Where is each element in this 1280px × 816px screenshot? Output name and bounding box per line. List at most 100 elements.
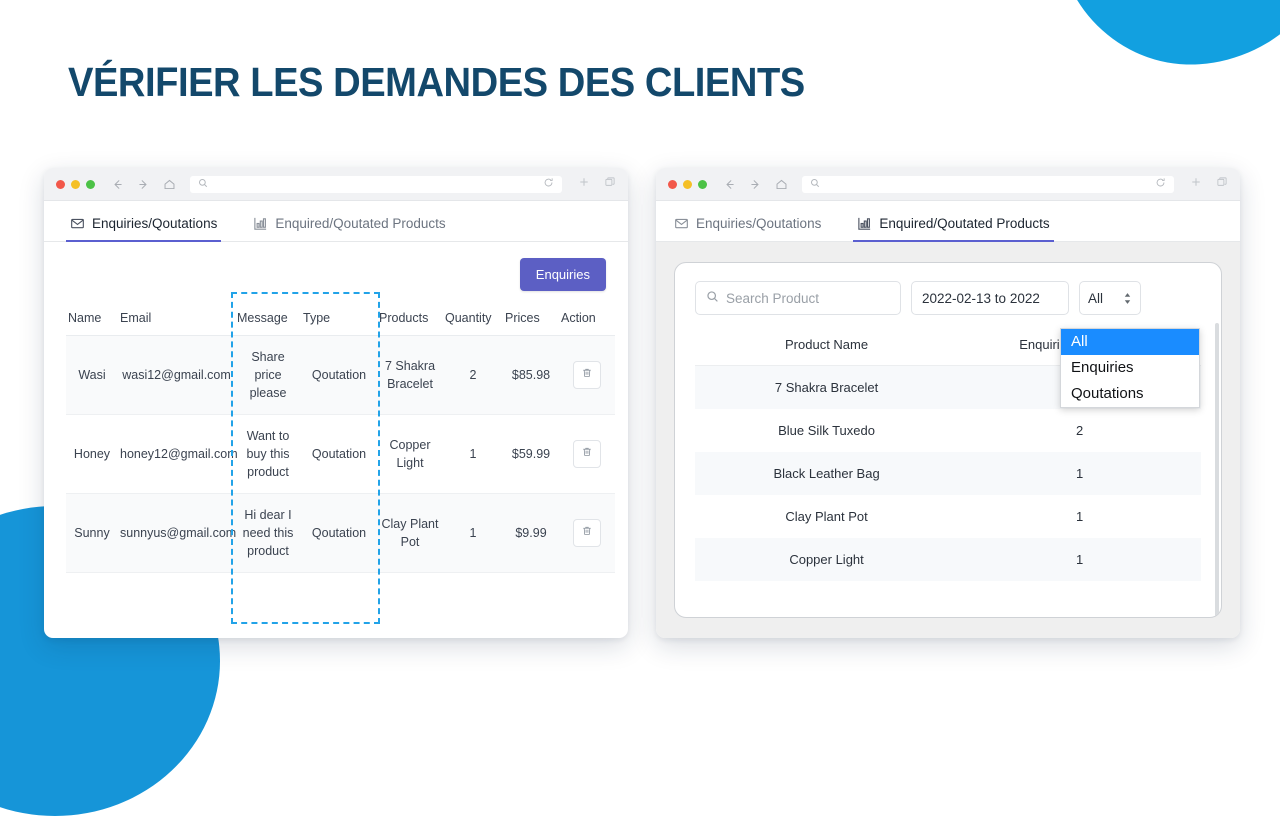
arrow-left-icon[interactable] — [111, 178, 124, 191]
tab-enquiries-quotations[interactable]: Enquiries/Qoutations — [670, 216, 825, 242]
delete-row-button[interactable] — [573, 440, 601, 468]
cell-product-name[interactable]: Black Leather Bag — [695, 452, 959, 495]
bar-chart-icon — [253, 216, 268, 231]
table-row[interactable]: Honey honey12@gmail.com Want to buy this… — [66, 414, 615, 494]
vertical-scrollbar[interactable] — [1215, 323, 1219, 617]
bar-chart-icon — [857, 216, 872, 231]
cell-name: Wasi — [66, 335, 118, 415]
column-header-product-name: Product Name — [695, 325, 959, 366]
copy-icon[interactable] — [1216, 175, 1228, 193]
address-bar[interactable] — [802, 175, 1174, 193]
window-controls — [56, 179, 95, 189]
cell-product-name[interactable]: 7 Shakra Bracelet — [695, 365, 959, 409]
arrow-right-icon[interactable] — [749, 178, 762, 191]
cell-count: 2 — [1075, 423, 1084, 438]
trash-icon — [581, 366, 593, 384]
table-row[interactable]: Copper Light 1 — [695, 538, 1201, 581]
column-header-quantity: Quantity — [443, 301, 503, 336]
table-row[interactable]: Black Leather Bag 1 — [695, 452, 1201, 495]
close-window-dot[interactable] — [668, 179, 677, 189]
reload-icon[interactable] — [1155, 175, 1166, 193]
search-icon — [706, 290, 719, 306]
page-title: VÉRIFIER LES DEMANDES DES CLIENTS — [68, 59, 805, 105]
envelope-icon — [674, 216, 689, 231]
table-row[interactable]: Wasi wasi12@gmail.com Share price please… — [66, 335, 615, 415]
home-icon[interactable] — [163, 178, 176, 191]
table-header-row: Name Email Message Type Products Quantit… — [66, 301, 615, 336]
filters-row: Search Product 2022-02-13 to 2022 All — [695, 281, 1201, 315]
right-window-body: Search Product 2022-02-13 to 2022 All Pr… — [656, 242, 1240, 638]
cell-type: Qoutation — [301, 493, 377, 573]
column-header-action: Action — [559, 301, 615, 336]
cell-message: Want to buy this product — [235, 414, 301, 494]
address-bar[interactable] — [190, 175, 562, 193]
cell-quantity: 1 — [443, 414, 503, 494]
arrow-left-icon[interactable] — [723, 178, 736, 191]
cell-action — [559, 335, 615, 415]
decorative-shape-top-right — [1054, 0, 1280, 74]
trash-icon — [581, 524, 593, 542]
cell-count: 1 — [1075, 509, 1084, 524]
plus-icon[interactable] — [1190, 175, 1202, 193]
cell-action — [559, 493, 615, 573]
table-row[interactable]: Sunny sunnyus@gmail.com Hi dear I need t… — [66, 493, 615, 573]
cell-price: $9.99 — [503, 493, 559, 573]
trash-icon — [581, 445, 593, 463]
maximize-window-dot[interactable] — [698, 179, 707, 189]
cell-product-link[interactable]: 7 Shakra Bracelet — [377, 335, 443, 415]
column-header-type: Type — [301, 301, 377, 336]
cell-type: Qoutation — [301, 414, 377, 494]
cell-quantity: 2 — [443, 335, 503, 415]
delete-row-button[interactable] — [573, 361, 601, 389]
enquiries-button[interactable]: Enquiries — [519, 258, 606, 291]
table-row[interactable]: Clay Plant Pot 1 — [695, 495, 1201, 538]
dropdown-option-quotations[interactable]: Qoutations — [1061, 381, 1199, 407]
left-browser-chrome — [44, 168, 628, 201]
left-browser-window: Enquiries/Qoutations Enquired/Qoutated P… — [44, 168, 628, 638]
type-filter-select[interactable]: All — [1079, 281, 1141, 315]
maximize-window-dot[interactable] — [86, 179, 95, 189]
reload-icon[interactable] — [543, 175, 554, 193]
cell-message: Hi dear I need this product — [235, 493, 301, 573]
cell-product-link[interactable]: Copper Light — [377, 414, 443, 494]
tab-label: Enquiries/Qoutations — [92, 216, 218, 231]
cell-email: wasi12@gmail.com — [118, 335, 235, 415]
toolbar-row: Enquiries — [66, 242, 606, 301]
tab-enquiries-quotations[interactable]: Enquiries/Qoutations — [66, 216, 222, 242]
cell-price: $85.98 — [503, 335, 559, 415]
left-window-body: Enquiries Name Email Message Type Produc… — [44, 242, 628, 573]
minimize-window-dot[interactable] — [683, 179, 692, 189]
updown-spinner-icon — [1123, 292, 1132, 305]
cell-name: Honey — [66, 414, 118, 494]
table-row[interactable]: Blue Silk Tuxedo 2 — [695, 409, 1201, 452]
minimize-window-dot[interactable] — [71, 179, 80, 189]
cell-product-name[interactable]: Clay Plant Pot — [695, 495, 958, 538]
cell-action — [559, 414, 615, 494]
close-window-dot[interactable] — [56, 179, 65, 189]
plus-icon[interactable] — [578, 175, 590, 193]
cell-price: $59.99 — [503, 414, 559, 494]
home-icon[interactable] — [775, 178, 788, 191]
copy-icon[interactable] — [604, 175, 616, 193]
cell-product-name[interactable]: Copper Light — [695, 538, 959, 581]
tab-enquired-quoted-products[interactable]: Enquired/Qoutated Products — [249, 216, 449, 242]
type-filter-dropdown[interactable]: All Enquiries Qoutations — [1060, 328, 1200, 408]
column-header-email: Email — [118, 301, 235, 336]
type-filter-value: All — [1088, 290, 1104, 306]
cell-product-name[interactable]: Blue Silk Tuxedo — [695, 409, 958, 452]
tab-enquired-quoted-products[interactable]: Enquired/Qoutated Products — [853, 216, 1054, 242]
cell-count: 1 — [958, 452, 1201, 495]
column-header-prices: Prices — [503, 301, 559, 336]
envelope-icon — [70, 216, 85, 231]
arrow-right-icon[interactable] — [137, 178, 150, 191]
dropdown-option-all[interactable]: All — [1061, 329, 1199, 355]
cell-product-link[interactable]: Clay Plant Pot — [377, 493, 443, 573]
cell-email: honey12@gmail.com — [118, 414, 238, 494]
tab-label: Enquiries/Qoutations — [696, 216, 822, 231]
dropdown-option-enquiries[interactable]: Enquiries — [1061, 355, 1199, 381]
date-range-input[interactable]: 2022-02-13 to 2022 — [911, 281, 1069, 315]
column-header-name: Name — [66, 301, 118, 336]
delete-row-button[interactable] — [573, 519, 601, 547]
search-icon — [198, 175, 208, 193]
search-input[interactable]: Search Product — [695, 281, 901, 315]
